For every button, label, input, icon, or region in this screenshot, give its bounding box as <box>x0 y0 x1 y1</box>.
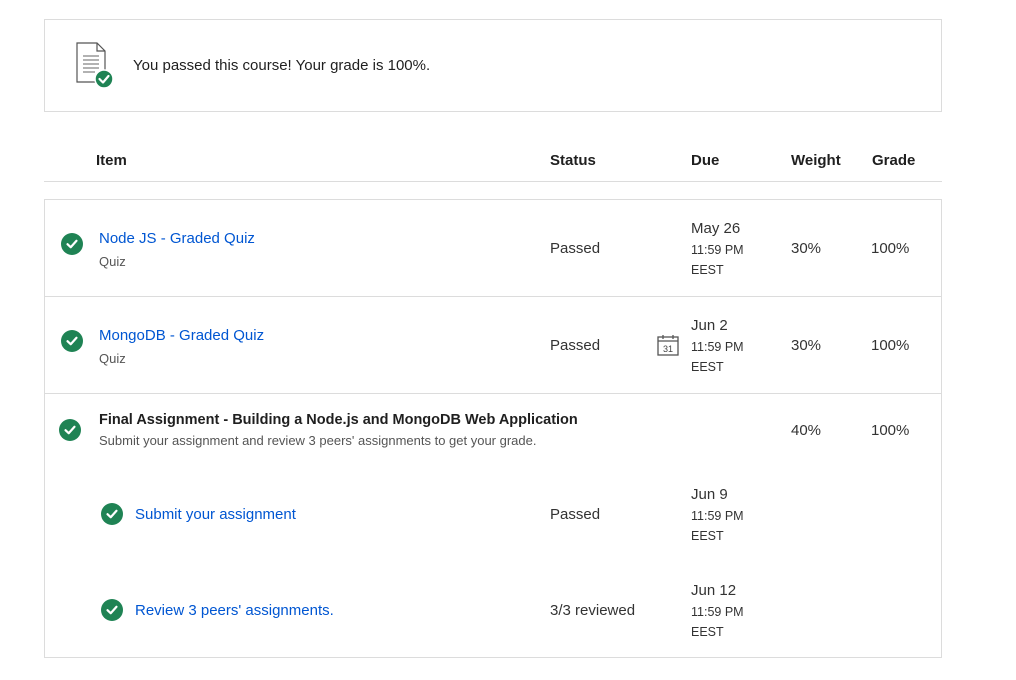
passed-check-icon <box>101 503 123 525</box>
calendar-day: 31 <box>663 344 673 354</box>
document-check-icon <box>75 42 115 90</box>
table-row: Node JS - Graded Quiz Quiz Passed May 26… <box>45 200 941 296</box>
due-date: Jun 9 <box>691 486 728 503</box>
due-time: 11:59 PM <box>691 605 744 619</box>
passed-check-icon <box>61 233 83 255</box>
due-timezone: EEST <box>691 529 724 543</box>
item-weight: 30% <box>791 240 822 257</box>
calendar-icon[interactable]: 31 <box>656 333 680 357</box>
passed-check-icon <box>61 330 83 352</box>
item-link[interactable]: MongoDB - Graded Quiz <box>99 327 264 344</box>
due-time: 11:59 PM <box>691 243 744 257</box>
grades-table: Node JS - Graded Quiz Quiz Passed May 26… <box>44 199 942 658</box>
due-date: Jun 12 <box>691 582 737 599</box>
item-status: 3/3 reviewed <box>550 602 636 619</box>
item-status: Passed <box>550 506 601 523</box>
item-status: Passed <box>550 337 601 354</box>
table-row: MongoDB - Graded Quiz Quiz Passed 31 Jun… <box>45 297 941 393</box>
course-passed-banner: You passed this course! Your grade is 10… <box>44 19 942 112</box>
column-header-grade: Grade <box>872 152 916 169</box>
assignment-grade: 100% <box>871 422 910 439</box>
passed-check-icon <box>101 599 123 621</box>
due-time: 11:59 PM <box>691 509 744 523</box>
column-header-weight: Weight <box>791 152 841 169</box>
list-item: Submit your assignment Passed Jun 9 11:5… <box>45 476 941 556</box>
column-header-status: Status <box>550 152 596 169</box>
due-date: May 26 <box>691 220 741 237</box>
grades-table-header: Item Status Due Weight Grade <box>44 140 942 182</box>
assignment-group: Final Assignment - Building a Node.js an… <box>45 394 941 657</box>
due-timezone: EEST <box>691 360 724 374</box>
assignment-title: Final Assignment - Building a Node.js an… <box>99 412 578 428</box>
review-peers-link[interactable]: Review 3 peers' assignments. <box>135 602 334 619</box>
item-weight: 30% <box>791 337 822 354</box>
item-link[interactable]: Node JS - Graded Quiz <box>99 230 255 247</box>
due-time: 11:59 PM <box>691 340 744 354</box>
item-grade: 100% <box>871 240 910 257</box>
due-date: Jun 2 <box>691 317 728 334</box>
list-item: Review 3 peers' assignments. 3/3 reviewe… <box>45 572 941 652</box>
item-status: Passed <box>550 240 601 257</box>
column-header-due: Due <box>691 152 720 169</box>
due-timezone: EEST <box>691 263 724 277</box>
assignment-description: Submit your assignment and review 3 peer… <box>99 433 537 448</box>
banner-message: You passed this course! Your grade is 10… <box>133 57 431 74</box>
passed-check-icon <box>59 419 81 441</box>
item-type: Quiz <box>99 254 126 269</box>
due-timezone: EEST <box>691 625 724 639</box>
column-header-item: Item <box>96 152 127 169</box>
item-type: Quiz <box>99 351 126 366</box>
submit-assignment-link[interactable]: Submit your assignment <box>135 506 296 523</box>
assignment-weight: 40% <box>791 422 822 439</box>
item-grade: 100% <box>871 337 910 354</box>
